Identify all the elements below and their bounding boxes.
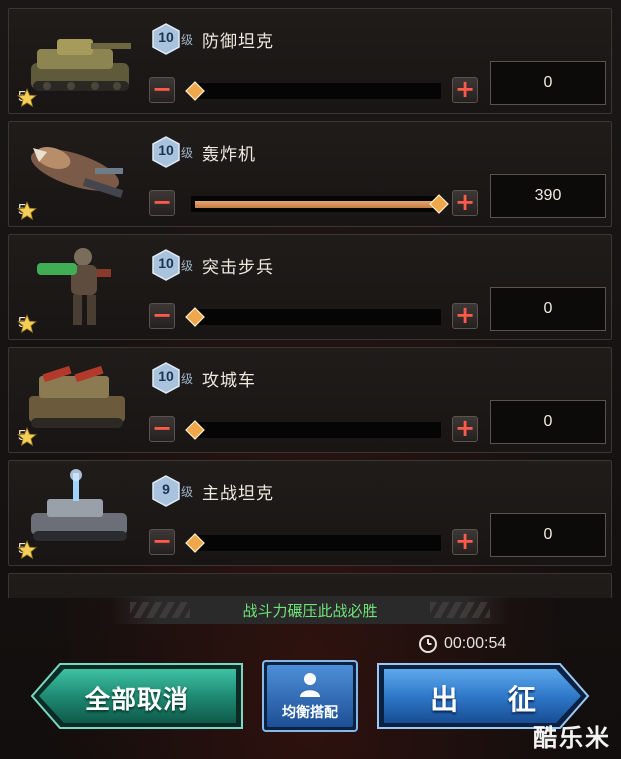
increase-button[interactable]: + xyxy=(452,77,478,103)
assault-infantry-icon: 5 xyxy=(13,239,141,337)
unit-row-partial xyxy=(8,573,612,598)
quantity-slider[interactable] xyxy=(179,79,445,103)
star-rank: 5 xyxy=(17,201,37,221)
quantity-field[interactable]: 0 xyxy=(490,61,606,105)
increase-button[interactable]: + xyxy=(452,303,478,329)
decrease-button[interactable]: − xyxy=(149,303,175,329)
bomber-icon: 5 xyxy=(13,126,141,224)
siege-vehicle-icon: 5 xyxy=(13,352,141,450)
star-rank: 5 xyxy=(17,88,37,108)
watermark: 酷乐米 xyxy=(533,724,611,752)
slider-rail xyxy=(191,422,441,438)
unit-name: 轰炸机 xyxy=(202,145,256,165)
clock-icon xyxy=(419,635,437,653)
increase-button[interactable]: + xyxy=(452,190,478,216)
level-badge: 10 xyxy=(152,136,180,168)
unit-list[interactable]: 5 10 级 防御坦克 − + 0 xyxy=(8,8,612,598)
level-badge: 10 xyxy=(152,249,180,281)
level-suffix: 级 xyxy=(181,259,194,273)
unit-name: 防御坦克 xyxy=(202,32,274,52)
unit-row-siege-vehicle: 5 10 级 攻城车 − + 0 xyxy=(8,347,612,453)
quantity-slider[interactable] xyxy=(179,418,445,442)
deploy-label: 出 征 xyxy=(430,683,556,716)
timer-text: 00:00:54 xyxy=(444,635,507,652)
increase-button[interactable]: + xyxy=(452,529,478,555)
cancel-all-label: 全部取消 xyxy=(84,685,189,714)
decrease-button[interactable]: − xyxy=(149,77,175,103)
quantity-field[interactable]: 390 xyxy=(490,174,606,218)
quantity-slider[interactable] xyxy=(179,192,449,216)
level-suffix: 级 xyxy=(181,146,194,160)
level-suffix: 级 xyxy=(181,372,194,386)
unit-name: 主战坦克 xyxy=(202,484,274,504)
star-rank: 5 xyxy=(17,427,37,447)
star-icon xyxy=(17,88,37,108)
slider-knob[interactable] xyxy=(185,81,205,101)
slider-rail xyxy=(191,309,441,325)
quantity-field[interactable]: 0 xyxy=(490,287,606,331)
unit-row-defense-tank: 5 10 级 防御坦克 − + 0 xyxy=(8,8,612,114)
power-status-text: 战斗力碾压此战必胜 xyxy=(242,602,378,620)
unit-name: 攻城车 xyxy=(202,371,256,391)
quantity-field[interactable]: 0 xyxy=(490,400,606,444)
decrease-button[interactable]: − xyxy=(149,416,175,442)
slider-knob[interactable] xyxy=(185,533,205,553)
slider-knob[interactable] xyxy=(429,194,449,214)
level-badge: 10 xyxy=(152,23,180,55)
quantity-slider[interactable] xyxy=(179,531,445,555)
main-battle-tank-icon: 5 xyxy=(13,465,141,563)
star-icon xyxy=(17,314,37,334)
star-icon xyxy=(17,540,37,560)
balance-button[interactable]: 均衡搭配 xyxy=(262,660,358,732)
unit-row-assault-infantry: 5 10 级 突击步兵 − + 0 xyxy=(8,234,612,340)
level-badge: 9 xyxy=(152,475,180,507)
power-status-bar: 战斗力碾压此战必胜 xyxy=(110,596,510,624)
defense-tank-icon: 5 xyxy=(13,13,141,111)
star-icon xyxy=(17,201,37,221)
increase-button[interactable]: + xyxy=(452,416,478,442)
slider-knob[interactable] xyxy=(185,307,205,327)
level-badge: 10 xyxy=(152,362,180,394)
level-suffix: 级 xyxy=(181,485,194,499)
slider-rail xyxy=(191,535,441,551)
person-icon xyxy=(300,673,320,697)
balance-label: 均衡搭配 xyxy=(282,705,338,721)
star-rank: 5 xyxy=(17,314,37,334)
slider-knob[interactable] xyxy=(185,420,205,440)
decrease-button[interactable]: − xyxy=(149,190,175,216)
slider-fill xyxy=(195,201,435,208)
cancel-all-button[interactable]: 全部取消 xyxy=(30,662,244,730)
star-rank: 5 xyxy=(17,540,37,560)
unit-row-bomber: 5 10 级 轰炸机 − + 390 xyxy=(8,121,612,227)
unit-name: 突击步兵 xyxy=(202,258,274,278)
star-icon xyxy=(17,427,37,447)
countdown-timer: 00:00:54 xyxy=(418,634,506,654)
decrease-button[interactable]: − xyxy=(149,529,175,555)
level-suffix: 级 xyxy=(181,33,194,47)
unit-row-main-battle-tank: 5 9 级 主战坦克 − + 0 xyxy=(8,460,612,566)
slider-rail xyxy=(191,83,441,99)
quantity-slider[interactable] xyxy=(179,305,445,329)
quantity-field[interactable]: 0 xyxy=(490,513,606,557)
